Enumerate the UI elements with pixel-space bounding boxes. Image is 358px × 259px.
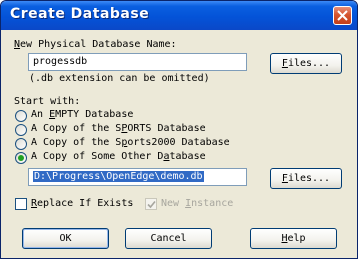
title-bar[interactable]: Create Database (1, 1, 357, 30)
create-database-dialog: Create Database New Physical Database Na… (0, 0, 358, 259)
files-button-name[interactable]: Files... (270, 53, 342, 74)
ok-button[interactable]: OK (22, 228, 109, 249)
replace-if-exists-label: Replace If Exists (31, 198, 134, 209)
new-instance-label: New Instance (161, 198, 234, 209)
replace-if-exists-checkbox[interactable] (15, 198, 27, 210)
db-name-label: New Physical Database Name: (14, 39, 177, 50)
checkmark-icon (147, 200, 156, 209)
other-database-path-value: D:\Progress\OpenEdge\demo.db (33, 171, 204, 182)
extension-hint: (.db extension can be omitted) (29, 73, 210, 84)
files-button-other[interactable]: Files... (270, 168, 342, 189)
db-name-input[interactable]: progessdb (28, 53, 247, 71)
new-instance-checkbox[interactable] (145, 198, 157, 210)
radio-other-label: A Copy of Some Other Database (31, 151, 206, 162)
radio-sports-label: A Copy of the SPORTS Database (31, 123, 206, 134)
close-icon (337, 10, 348, 21)
help-button[interactable]: Help (250, 228, 337, 249)
close-button[interactable] (333, 6, 352, 25)
radio-sports2000-database[interactable] (15, 138, 27, 150)
radio-sports-database[interactable] (15, 124, 27, 136)
other-database-path-input[interactable]: D:\Progress\OpenEdge\demo.db (28, 168, 247, 186)
radio-empty-label: An EMPTY Database (31, 109, 134, 120)
radio-sports2000-label: A Copy of the Sports2000 Database (31, 137, 230, 148)
dialog-title: Create Database (10, 6, 150, 22)
db-name-value: progessdb (33, 56, 88, 67)
cancel-button[interactable]: Cancel (125, 228, 212, 249)
start-with-label: Start with: (14, 96, 81, 107)
radio-other-database[interactable] (15, 152, 27, 164)
radio-empty-database[interactable] (15, 110, 27, 122)
